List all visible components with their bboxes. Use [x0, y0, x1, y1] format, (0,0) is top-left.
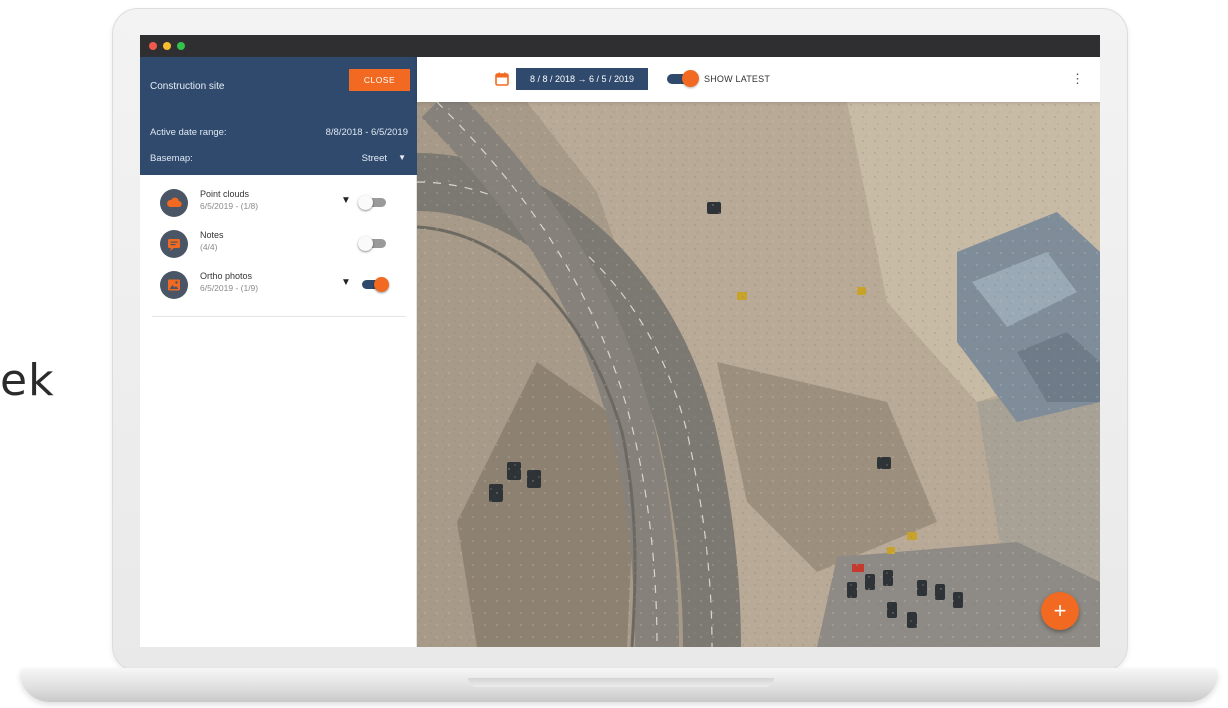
basemap-select[interactable]: Street: [362, 153, 387, 164]
layer-toggle[interactable]: [358, 195, 388, 210]
calendar-icon[interactable]: [495, 72, 509, 91]
date-range-picker[interactable]: 8 / 8 / 2018 → 6 / 5 / 2019: [516, 68, 648, 90]
layer-toggle[interactable]: [358, 277, 389, 292]
side-text: ek: [0, 355, 55, 406]
close-window-icon[interactable]: [149, 42, 157, 50]
sidebar: Construction site CLOSE Active date rang…: [140, 57, 417, 647]
date-range-label: Active date range:: [150, 127, 227, 138]
close-button[interactable]: CLOSE: [349, 69, 410, 91]
date-range-value: 8/8/2018 - 6/5/2019: [325, 127, 408, 138]
map-view[interactable]: [417, 102, 1100, 647]
layer-meta: 6/5/2019 - (1/8): [200, 201, 259, 211]
layer-notes[interactable]: Notes (4/4): [152, 224, 406, 265]
show-latest-toggle[interactable]: [667, 70, 699, 87]
more-vertical-icon[interactable]: ⋮: [1071, 70, 1084, 90]
layer-name: Point clouds: [200, 189, 250, 199]
project-title: Construction site: [150, 81, 225, 92]
layer-name: Notes: [200, 230, 224, 240]
layer-list: Point clouds 6/5/2019 - (1/8) ▼ Notes (4…: [152, 183, 406, 317]
layer-meta: 6/5/2019 - (1/9): [200, 283, 259, 293]
add-button[interactable]: +: [1041, 592, 1079, 630]
layer-toggle[interactable]: [358, 236, 388, 251]
window-titlebar: [140, 35, 1100, 57]
laptop-notch: [468, 678, 774, 687]
show-latest-label: SHOW LATEST: [704, 74, 771, 84]
basemap-label: Basemap:: [150, 153, 193, 164]
note-icon: [160, 230, 188, 258]
image-icon: [160, 271, 188, 299]
maximize-window-icon[interactable]: [177, 42, 185, 50]
layer-meta: (4/4): [200, 242, 218, 252]
map-toolbar: 8 / 8 / 2018 → 6 / 5 / 2019 SHOW LATEST …: [417, 57, 1100, 102]
expand-caret-icon[interactable]: ▼: [341, 277, 351, 288]
sidebar-header: Construction site CLOSE Active date rang…: [140, 57, 417, 175]
layer-point-clouds[interactable]: Point clouds 6/5/2019 - (1/8) ▼: [152, 183, 406, 224]
expand-caret-icon[interactable]: ▼: [341, 195, 351, 206]
layer-ortho-photos[interactable]: Ortho photos 6/5/2019 - (1/9) ▼: [152, 265, 406, 306]
minimize-window-icon[interactable]: [163, 42, 171, 50]
aerial-imagery: [417, 102, 1100, 647]
layer-name: Ortho photos: [200, 271, 253, 281]
chevron-down-icon[interactable]: ▼: [398, 153, 406, 162]
cloud-icon: [160, 189, 188, 217]
app-screen: Construction site CLOSE Active date rang…: [140, 35, 1100, 647]
